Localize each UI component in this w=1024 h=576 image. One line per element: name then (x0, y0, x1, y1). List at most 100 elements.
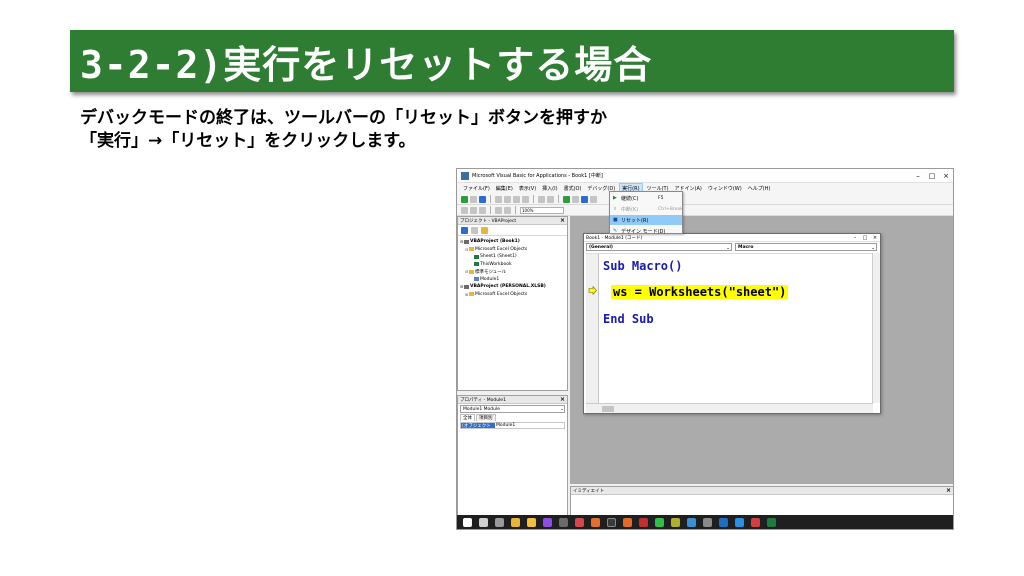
app-icon[interactable] (639, 517, 648, 527)
close-icon[interactable]: × (946, 487, 953, 494)
app-icon[interactable] (703, 517, 712, 527)
undo-icon[interactable] (538, 195, 545, 203)
properties-pane-header: プロパティ - Module1 × (458, 396, 567, 404)
close-icon[interactable]: × (560, 217, 567, 224)
line-icon[interactable] (655, 517, 664, 527)
list-constants-icon[interactable] (470, 206, 477, 214)
photos-icon[interactable] (575, 517, 584, 527)
chrome-icon[interactable] (511, 517, 520, 527)
property-row[interactable]: (オブジェクト名) Module1 (460, 422, 565, 435)
tree-item-label: Sheet1 (Sheet1) (480, 254, 517, 260)
paint-icon[interactable] (623, 517, 632, 527)
maximize-icon[interactable]: □ (925, 172, 939, 180)
project-tree: ⊟ VBAProject (Book1) ⊟ Microsoft Excel Obj… (458, 236, 567, 300)
code-line-2: ws = Worksheets("sheet") (611, 285, 789, 299)
close-icon[interactable]: × (870, 235, 880, 241)
run-icon[interactable] (563, 195, 570, 203)
copy-icon[interactable] (504, 195, 511, 203)
properties-object-label: Module1 Module (463, 406, 501, 412)
tree-item[interactable]: ⊟ VBAProject (Book1) (460, 238, 565, 246)
search-icon[interactable] (479, 517, 488, 527)
zoom-field[interactable]: 100% (520, 206, 564, 214)
minimize-icon[interactable]: – (850, 235, 860, 241)
paste-icon[interactable] (513, 195, 520, 203)
cut-icon[interactable] (495, 195, 502, 203)
tab-alphabetic[interactable]: 全体 (460, 414, 475, 421)
properties-object-select[interactable]: Module1 Module ⌄ (460, 405, 565, 413)
view-object-icon[interactable] (471, 226, 478, 234)
menu-window[interactable]: ウィンドウ(W) (706, 184, 744, 193)
tree-item-label: Microsoft Excel Objects (475, 246, 528, 252)
design-mode-icon[interactable] (590, 195, 597, 203)
body-line-1: デバックモードの終了は、ツールバーの「リセット」ボタンを押すか (80, 108, 607, 128)
windows-icon[interactable] (463, 517, 472, 527)
break-icon[interactable] (572, 195, 579, 203)
run-menu-design-mode[interactable]: ✎ デザイン モード(D) (610, 226, 682, 236)
menu-help[interactable]: ヘルプ(H) (746, 184, 773, 193)
outlook-icon[interactable] (719, 517, 728, 527)
scrollbar-thumb[interactable] (602, 405, 614, 412)
tree-item[interactable]: ⊟ VBAProject (PERSONAL.XLSB) (460, 283, 565, 291)
quick-info-icon[interactable] (479, 206, 486, 214)
vertical-scrollbar[interactable] (872, 253, 880, 403)
procedure-select[interactable]: Macro ⌄ (735, 243, 877, 251)
tree-item[interactable]: ThisWorkbook (460, 261, 565, 269)
excel-view-icon[interactable] (461, 195, 468, 203)
explorer-icon[interactable] (527, 517, 536, 527)
tree-item[interactable]: Module1 (460, 276, 565, 284)
toggle-folders-icon[interactable] (481, 226, 488, 234)
chevron-down-icon: ⌄ (560, 406, 564, 412)
terminal-icon[interactable] (607, 517, 616, 527)
close-icon[interactable]: × (939, 172, 953, 180)
tree-item[interactable]: ⊟ 標準モジュール (460, 268, 565, 276)
menu-file[interactable]: ファイル(F) (461, 184, 492, 193)
reset-menu-icon: ■ (613, 217, 618, 223)
reset-icon[interactable] (581, 195, 588, 203)
minimize-icon[interactable]: – (911, 172, 925, 180)
outdent-icon[interactable] (504, 206, 511, 214)
project-icon (464, 284, 469, 289)
insert-module-icon[interactable] (470, 195, 477, 203)
tree-item[interactable]: ⊟ Microsoft Excel Objects (460, 246, 565, 254)
code-editor[interactable]: Sub Macro() ws = Worksheets("sheet") End… (586, 253, 873, 404)
menu-view[interactable]: 表示(V) (517, 184, 538, 193)
code-margin[interactable] (586, 254, 599, 404)
tree-item-label: VBAProject (Book1) (470, 239, 520, 245)
taskview-icon[interactable] (495, 517, 504, 527)
horizontal-scrollbar[interactable] (586, 403, 873, 413)
immediate-pane-title: イミディエイト (573, 488, 605, 494)
indent-icon[interactable] (495, 206, 502, 214)
tab-categorized[interactable]: 項目別 (476, 414, 496, 421)
continue-icon: ▶ (613, 195, 617, 201)
app-icon[interactable] (751, 517, 760, 527)
find-icon[interactable] (522, 195, 529, 203)
excel-icon[interactable] (767, 517, 776, 527)
app-icon[interactable] (591, 517, 600, 527)
close-icon[interactable]: × (560, 396, 567, 403)
maximize-icon[interactable]: □ (860, 235, 870, 241)
menu-insert[interactable]: 挿入(I) (540, 184, 559, 193)
immediate-pane[interactable]: イミディエイト × (570, 486, 953, 516)
run-menu-reset[interactable]: ■ リセット(R) (610, 215, 682, 225)
menu-format[interactable]: 書式(O) (562, 184, 584, 193)
store-icon[interactable] (559, 517, 568, 527)
run-menu-dropdown: ▶ 継続(C) F5 ॥ 中断(K) Ctrl+Break ■ リセット(R) … (609, 191, 683, 236)
app-icon[interactable] (671, 517, 680, 527)
run-menu-continue[interactable]: ▶ 継続(C) F5 (610, 193, 682, 203)
menu-edit[interactable]: 編集(E) (494, 184, 515, 193)
standard-toolbar (457, 194, 953, 205)
property-value[interactable]: Module1 (495, 423, 564, 428)
vscode-icon[interactable] (735, 517, 744, 527)
object-select[interactable]: (General) ⌄ (586, 243, 732, 251)
app-icon[interactable] (687, 517, 696, 527)
tree-item[interactable]: Sheet1 (Sheet1) (460, 253, 565, 261)
list-properties-icon[interactable] (461, 206, 468, 214)
redo-icon[interactable] (547, 195, 554, 203)
view-code-icon[interactable] (461, 226, 468, 234)
save-icon[interactable] (479, 195, 486, 203)
run-menu-break[interactable]: ॥ 中断(K) Ctrl+Break (610, 204, 683, 214)
messenger-icon[interactable] (543, 517, 552, 527)
folder-icon (469, 247, 474, 252)
tree-item[interactable]: ⊞ Microsoft Excel Objects (460, 291, 565, 299)
run-menu-break-label: 中断(K) (621, 206, 639, 213)
